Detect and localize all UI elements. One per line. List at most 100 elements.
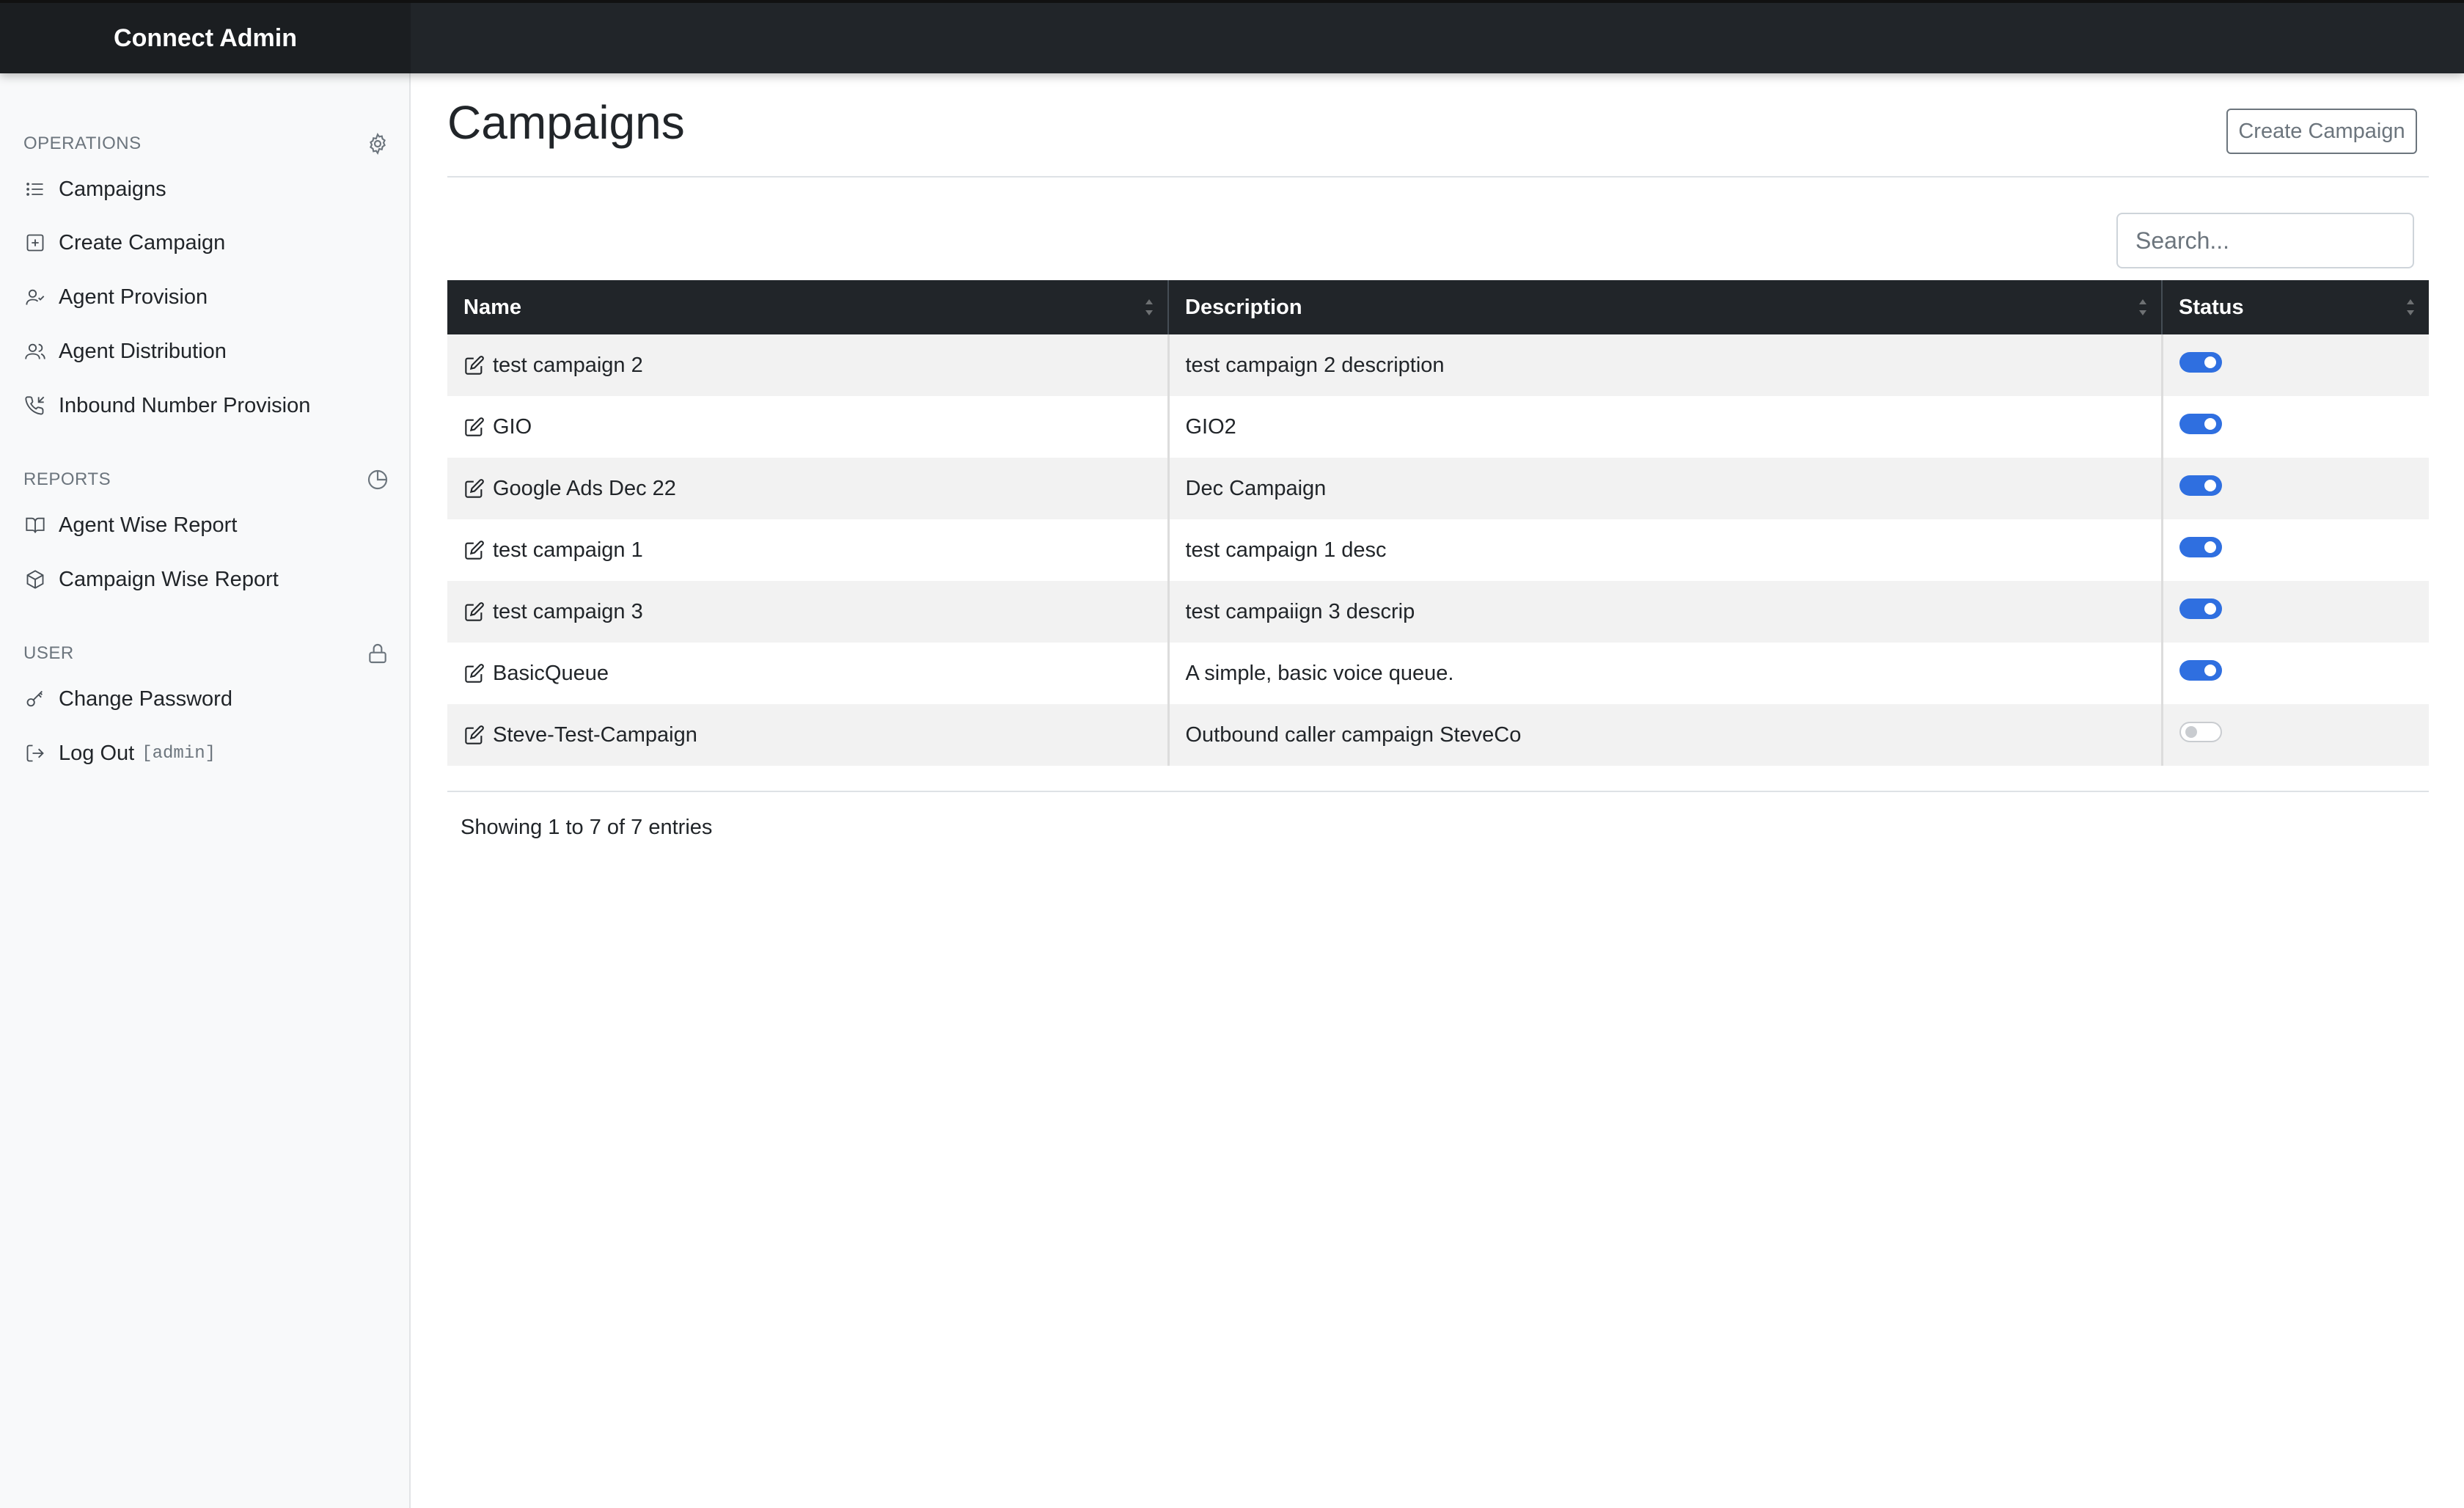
list-icon <box>23 177 47 201</box>
pie-chart-icon <box>365 467 390 492</box>
cell-description: test campaign 1 desc <box>1168 519 2163 581</box>
edit-icon[interactable] <box>463 477 485 499</box>
status-toggle[interactable] <box>2179 660 2222 681</box>
lock-icon <box>365 641 390 666</box>
table-row: Steve-Test-Campaign Outbound caller campa… <box>447 704 2429 766</box>
edit-icon[interactable] <box>463 539 485 561</box>
sidebar-item-create-campaign[interactable]: Create Campaign <box>23 222 390 263</box>
status-toggle[interactable] <box>2179 475 2222 496</box>
table-row: GIO GIO2 <box>447 396 2429 458</box>
sidebar-item-label: Agent Wise Report <box>59 513 238 537</box>
cell-status <box>2162 643 2429 704</box>
table-row: test campaign 1 test campaign 1 desc <box>447 519 2429 581</box>
status-toggle[interactable] <box>2179 537 2222 557</box>
cell-name: test campaign 3 <box>447 581 1170 643</box>
edit-icon[interactable] <box>463 662 485 684</box>
logged-in-user: [admin] <box>142 743 216 764</box>
campaign-name: BasicQueue <box>493 661 609 685</box>
status-toggle[interactable] <box>2179 414 2222 434</box>
cell-status <box>2162 396 2429 458</box>
table-header-row: Name Description Status <box>447 280 2429 334</box>
cell-description: A simple, basic voice queue. <box>1168 643 2163 704</box>
campaign-name: test campaign 3 <box>493 599 643 623</box>
toggle-knob <box>2204 603 2216 615</box>
campaign-name: Steve-Test-Campaign <box>493 722 697 747</box>
page-title: Campaigns <box>447 96 685 149</box>
sidebar-item-change-password[interactable]: Change Password <box>23 678 390 720</box>
cell-name: BasicQueue <box>447 643 1170 704</box>
box-icon <box>23 568 47 591</box>
section-reports-heading: REPORTS <box>23 469 111 489</box>
edit-icon[interactable] <box>463 354 485 376</box>
plus-square-icon <box>23 231 47 255</box>
campaigns-table: Name Description Status test campaign 2t… <box>447 280 2429 766</box>
table-row: Google Ads Dec 22 Dec Campaign <box>447 458 2429 519</box>
table-info: Showing 1 to 7 of 7 entries <box>461 816 713 839</box>
sidebar-item-label: Campaigns <box>59 177 166 201</box>
sidebar-item-label: Inbound Number Provision <box>59 393 311 417</box>
column-header-status[interactable]: Status <box>2162 280 2429 334</box>
cell-description: GIO2 <box>1168 396 2163 458</box>
cell-description: Outbound caller campaign SteveCo <box>1168 704 2163 766</box>
cell-status <box>2162 519 2429 581</box>
section-user: USER <box>23 639 390 668</box>
top-navbar: Connect Admin <box>0 0 2464 73</box>
table-row: test campaign 3 test campaiign 3 descrip <box>447 581 2429 643</box>
campaign-name: test campaign 2 <box>493 353 643 377</box>
sidebar-item-label: Campaign Wise Report <box>59 567 279 591</box>
cell-description: test campaiign 3 descrip <box>1168 581 2163 643</box>
table-bottom-divider <box>447 791 2429 792</box>
phone-incoming-icon <box>23 394 47 417</box>
toggle-knob <box>2204 541 2216 553</box>
campaign-name: Google Ads Dec 22 <box>493 476 676 500</box>
column-header-description[interactable]: Description <box>1168 280 2163 334</box>
toggle-knob <box>2204 665 2216 676</box>
sidebar: OPERATIONS Campaigns Create Campaign Age… <box>0 73 411 1508</box>
section-user-heading: USER <box>23 643 74 663</box>
status-toggle[interactable] <box>2179 722 2222 742</box>
status-toggle[interactable] <box>2179 599 2222 619</box>
toggle-knob <box>2204 418 2216 430</box>
toggle-knob <box>2204 480 2216 491</box>
sidebar-item-agent-provision[interactable]: Agent Provision <box>23 277 390 318</box>
users-icon <box>23 340 47 363</box>
column-header-name[interactable]: Name <box>447 280 1169 334</box>
sidebar-item-label: Agent Provision <box>59 285 208 309</box>
sidebar-item-label: Agent Distribution <box>59 339 227 363</box>
toggle-knob <box>2185 726 2197 738</box>
sidebar-item-campaign-wise-report[interactable]: Campaign Wise Report <box>23 559 390 600</box>
app-brand[interactable]: Connect Admin <box>0 3 411 73</box>
title-divider <box>447 176 2429 177</box>
sidebar-item-agent-distribution[interactable]: Agent Distribution <box>23 331 390 372</box>
section-operations-heading: OPERATIONS <box>23 133 142 153</box>
edit-icon[interactable] <box>463 724 485 746</box>
section-operations: OPERATIONS <box>23 129 390 158</box>
create-campaign-button[interactable]: Create Campaign <box>2226 109 2417 154</box>
sidebar-item-agent-wise-report[interactable]: Agent Wise Report <box>23 505 390 546</box>
edit-icon[interactable] <box>463 601 485 623</box>
cell-name: test campaign 1 <box>447 519 1170 581</box>
table-row: test campaign 2 test campaign 2 descripti… <box>447 334 2429 396</box>
cell-status <box>2162 458 2429 519</box>
campaign-name: test campaign 1 <box>493 538 643 562</box>
cell-name: Steve-Test-Campaign <box>447 704 1170 766</box>
cell-status <box>2162 581 2429 643</box>
section-reports: REPORTS <box>23 465 390 494</box>
cell-description: Dec Campaign <box>1168 458 2163 519</box>
search-input[interactable] <box>2116 213 2414 268</box>
edit-icon[interactable] <box>463 416 485 438</box>
sidebar-item-inbound-number-provision[interactable]: Inbound Number Provision <box>23 385 390 426</box>
sidebar-item-log-out[interactable]: Log Out [admin] <box>23 733 390 774</box>
sidebar-item-campaigns[interactable]: Campaigns <box>23 169 390 210</box>
sidebar-item-label: Change Password <box>59 687 232 711</box>
status-toggle[interactable] <box>2179 352 2222 373</box>
cell-name: GIO <box>447 396 1170 458</box>
key-icon <box>23 687 47 711</box>
sidebar-item-label: Log Out <box>59 741 135 765</box>
sort-icon <box>1144 296 1154 318</box>
log-out-icon <box>23 742 47 765</box>
user-check-icon <box>23 285 47 309</box>
table-row: BasicQueue A simple, basic voice queue. <box>447 643 2429 704</box>
cell-description: test campaign 2 description <box>1168 334 2163 396</box>
sidebar-item-label: Create Campaign <box>59 230 226 255</box>
